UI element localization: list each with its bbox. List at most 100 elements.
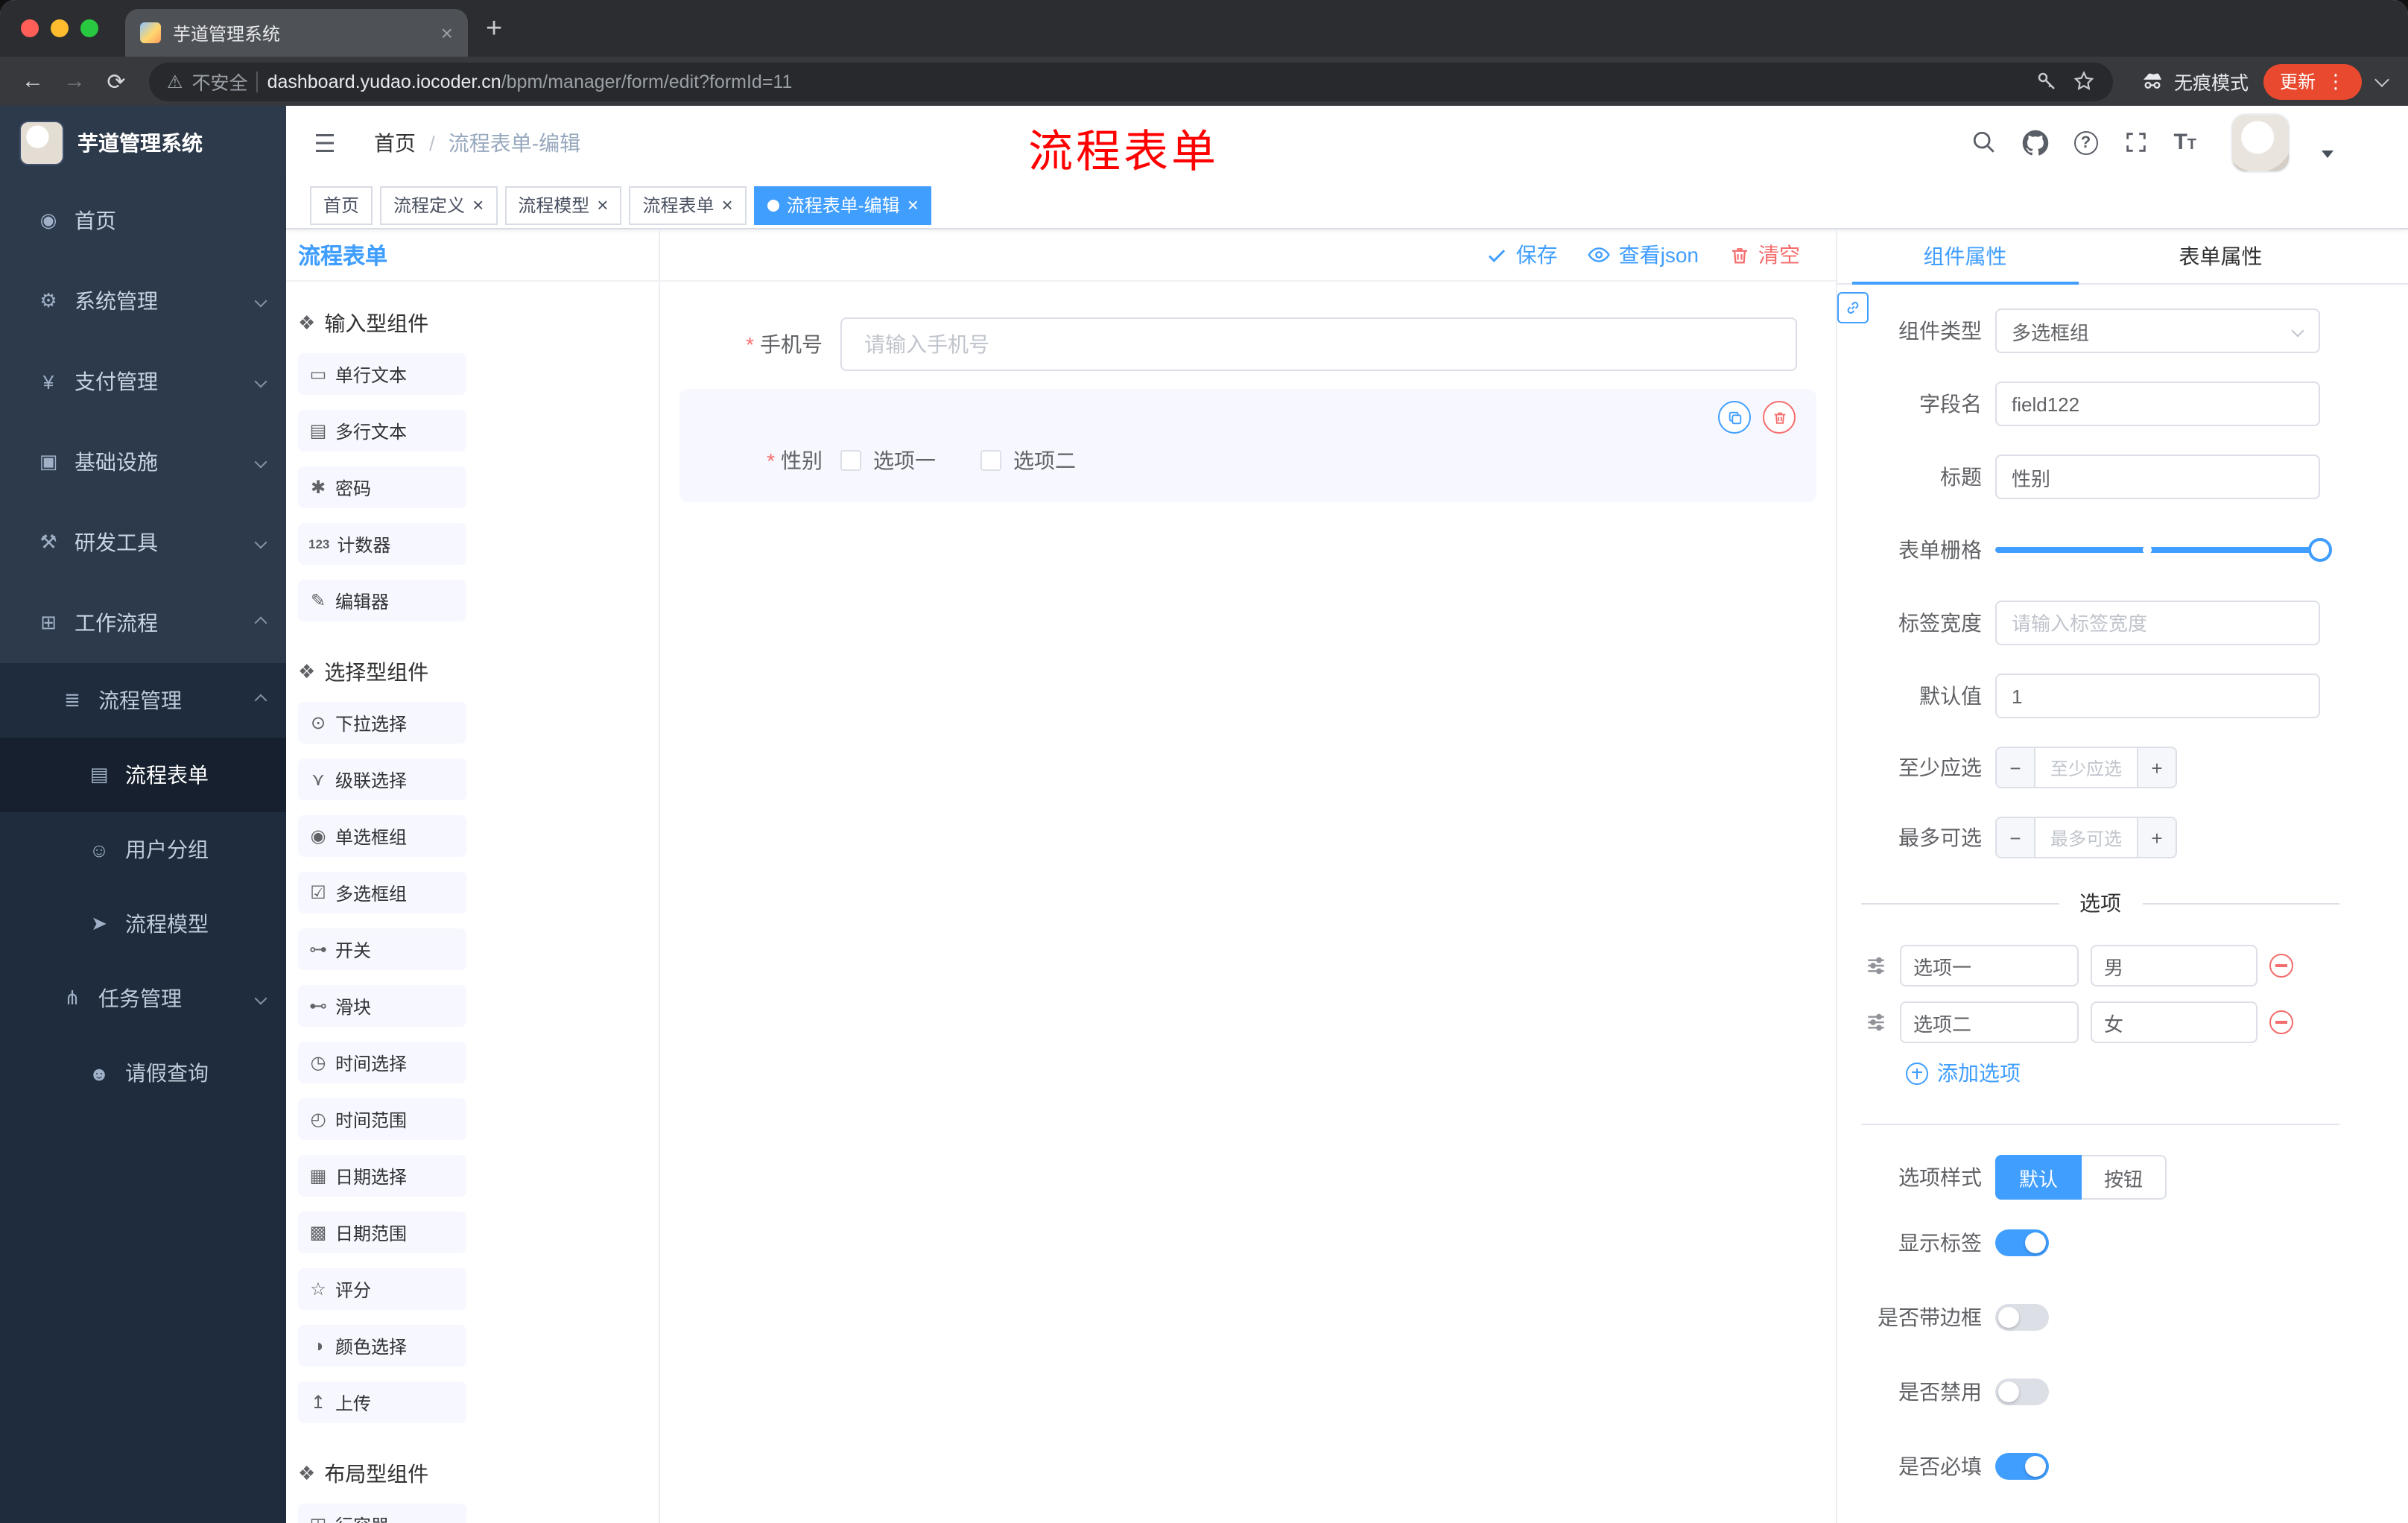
decrease-button[interactable]: −: [1997, 748, 2035, 787]
increase-button[interactable]: +: [2137, 818, 2176, 857]
comp-rate[interactable]: ☆ 评分: [298, 1268, 466, 1310]
copy-component-button[interactable]: [1718, 401, 1751, 434]
comp-select[interactable]: ⊙ 下拉选择: [298, 702, 466, 744]
remove-option-button[interactable]: [2269, 1010, 2293, 1034]
toolbar-chevron-icon[interactable]: [2374, 72, 2389, 86]
window-close-button[interactable]: [21, 19, 39, 37]
user-avatar[interactable]: [2231, 113, 2290, 172]
tab-form-props[interactable]: 表单属性: [2093, 229, 2348, 283]
component-type-select[interactable]: 多选框组: [1995, 308, 2320, 353]
fullscreen-icon[interactable]: [2123, 130, 2148, 155]
font-size-icon[interactable]: TT: [2173, 131, 2196, 153]
increase-button[interactable]: +: [2137, 748, 2176, 787]
search-icon[interactable]: [1971, 130, 1996, 155]
window-minimize-button[interactable]: [51, 19, 69, 37]
option-label-input[interactable]: [1900, 945, 2079, 987]
browser-tab[interactable]: 芋道管理系统 ×: [125, 9, 468, 57]
breadcrumb-home[interactable]: 首页: [374, 127, 416, 157]
tag-close-icon[interactable]: ×: [722, 195, 733, 215]
comp-switch[interactable]: ⊶ 开关: [298, 928, 466, 970]
back-button[interactable]: ←: [12, 69, 54, 94]
comp-password[interactable]: ✱ 密码: [298, 466, 466, 508]
save-button[interactable]: 保存: [1486, 240, 1558, 270]
disabled-switch[interactable]: [1995, 1378, 2049, 1405]
tag-close-icon[interactable]: ×: [472, 195, 484, 215]
default-value-input[interactable]: [1995, 674, 2320, 718]
address-bar[interactable]: ⚠ 不安全 dashboard.yudao.iocoder.cn/bpm/man…: [149, 62, 2113, 101]
comp-editor[interactable]: ✎ 编辑器: [298, 580, 466, 621]
tab-close-icon[interactable]: ×: [441, 22, 453, 43]
remove-option-button[interactable]: [2269, 954, 2293, 978]
slider-handle[interactable]: [2308, 538, 2332, 562]
view-json-button[interactable]: 查看json: [1588, 240, 1699, 270]
border-switch[interactable]: [1995, 1304, 2049, 1331]
comp-time-picker[interactable]: ◷ 时间选择: [298, 1042, 466, 1083]
sidebar-item-task-management[interactable]: ⋔ 任务管理: [0, 961, 286, 1036]
sidebar-item-process-management[interactable]: ≣ 流程管理: [0, 663, 286, 738]
sidebar-item-leave-query[interactable]: ☻ 请假查询: [0, 1036, 286, 1110]
drag-handle-icon[interactable]: [1864, 1010, 1888, 1034]
sidebar-item-user-group[interactable]: ☺ 用户分组: [0, 812, 286, 887]
comp-color-picker[interactable]: ◑ 颜色选择: [298, 1325, 466, 1367]
hamburger-icon[interactable]: [311, 129, 338, 156]
sidebar-item-home[interactable]: ◉ 首页: [0, 180, 286, 261]
comp-time-range[interactable]: ◴ 时间范围: [298, 1098, 466, 1140]
tag-process-model[interactable]: 流程模型 ×: [504, 186, 622, 224]
comp-multi-line-text[interactable]: ▤ 多行文本: [298, 410, 466, 452]
comp-radio-group[interactable]: ◉ 单选框组: [298, 815, 466, 857]
sidebar-item-workflow[interactable]: ⊞ 工作流程: [0, 583, 286, 663]
option-value-input[interactable]: [2091, 1001, 2258, 1043]
add-option-button[interactable]: 添加选项: [1906, 1058, 2339, 1088]
sidebar-item-process-form[interactable]: ▤ 流程表单: [0, 738, 286, 812]
form-grid-slider[interactable]: [1995, 538, 2332, 562]
link-icon[interactable]: [1837, 292, 1869, 323]
update-button[interactable]: 更新 ⋮: [2263, 63, 2362, 99]
phone-input[interactable]: [840, 317, 1797, 371]
reload-button[interactable]: ⟳: [95, 68, 137, 95]
style-default-button[interactable]: 默认: [1995, 1155, 2082, 1200]
clear-button[interactable]: 清空: [1729, 240, 1800, 270]
title-input[interactable]: [1995, 455, 2320, 499]
help-icon[interactable]: ?: [2073, 130, 2098, 154]
max-select-value[interactable]: 最多可选: [2035, 818, 2137, 857]
comp-date-range[interactable]: ▩ 日期范围: [298, 1212, 466, 1253]
bookmark-star-icon[interactable]: [2073, 70, 2095, 92]
tab-component-props[interactable]: 组件属性: [1837, 229, 2093, 285]
tag-close-icon[interactable]: ×: [597, 195, 608, 215]
sidebar-item-payment-management[interactable]: ¥ 支付管理: [0, 341, 286, 422]
gender-option2-checkbox[interactable]: 选项二: [980, 446, 1076, 475]
decrease-button[interactable]: −: [1997, 818, 2035, 857]
comp-cascader[interactable]: ⋎ 级联选择: [298, 759, 466, 800]
comp-slider[interactable]: ⊷ 滑块: [298, 985, 466, 1027]
tag-close-icon[interactable]: ×: [907, 195, 919, 215]
password-key-icon[interactable]: [2035, 70, 2058, 92]
github-icon[interactable]: [2021, 129, 2048, 156]
tag-process-definition[interactable]: 流程定义 ×: [380, 186, 498, 224]
label-width-input[interactable]: [1995, 601, 2320, 645]
option-label-input[interactable]: [1900, 1001, 2079, 1043]
comp-single-line-text[interactable]: ▭ 单行文本: [298, 353, 466, 395]
sidebar-item-system-management[interactable]: ⚙ 系统管理: [0, 261, 286, 341]
comp-upload[interactable]: ↥ 上传: [298, 1381, 466, 1423]
sidebar-logo[interactable]: 芋道管理系统: [0, 106, 286, 180]
field-name-input[interactable]: [1995, 381, 2320, 426]
sidebar-item-infrastructure[interactable]: ▣ 基础设施: [0, 422, 286, 502]
forward-button[interactable]: →: [54, 69, 95, 94]
style-button-button[interactable]: 按钮: [2082, 1155, 2167, 1200]
option-value-input[interactable]: [2091, 945, 2258, 987]
window-zoom-button[interactable]: [80, 19, 98, 37]
tag-home[interactable]: 首页: [310, 186, 373, 224]
sidebar-item-dev-tools[interactable]: ⚒ 研发工具: [0, 502, 286, 583]
drawing-item-gender[interactable]: 性别 选项一 选项二: [679, 389, 1816, 502]
min-select-value[interactable]: 至少应选: [2035, 748, 2137, 787]
browser-menu-icon[interactable]: ⋮: [2326, 69, 2345, 93]
comp-date-picker[interactable]: ▦ 日期选择: [298, 1155, 466, 1197]
required-switch[interactable]: [1995, 1453, 2049, 1480]
show-label-switch[interactable]: [1995, 1229, 2049, 1256]
delete-component-button[interactable]: [1763, 401, 1796, 434]
comp-row-container[interactable]: ◫ 行容器: [298, 1504, 466, 1523]
gender-option1-checkbox[interactable]: 选项一: [840, 446, 936, 475]
sidebar-item-process-model[interactable]: ➤ 流程模型: [0, 887, 286, 961]
comp-counter[interactable]: 123 计数器: [298, 523, 466, 565]
tag-process-form-edit[interactable]: 流程表单-编辑 ×: [753, 186, 932, 224]
